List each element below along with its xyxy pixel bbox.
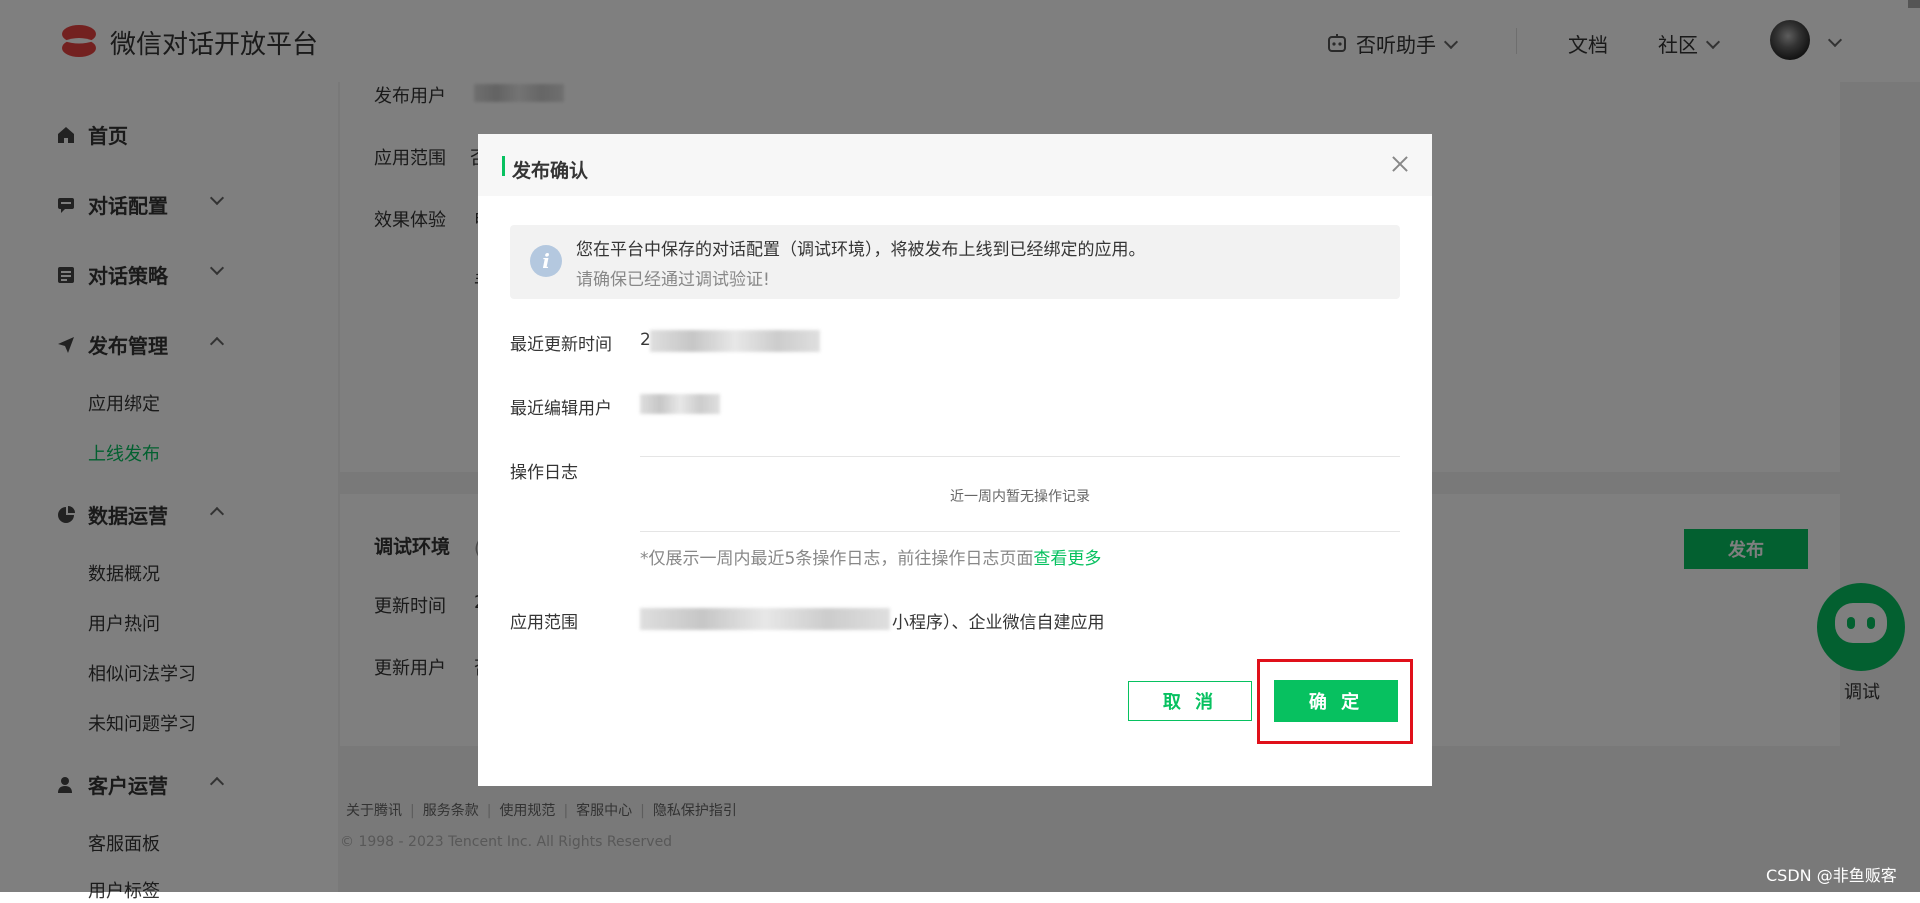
- info-icon: i: [530, 245, 562, 277]
- last-update-label: 最近更新时间: [510, 335, 612, 355]
- title-accent-bar: [502, 156, 505, 176]
- log-divider-top: [640, 456, 1400, 457]
- notice-line-1: 您在平台中保存的对话配置（调试环境），将被发布上线到已经绑定的应用。: [576, 240, 1146, 260]
- log-note-text: *仅展示一周内最近5条操作日志，前往操作日志页面: [640, 549, 1034, 569]
- last-editor-label: 最近编辑用户: [510, 399, 612, 419]
- info-notice: i 您在平台中保存的对话配置（调试环境），将被发布上线到已经绑定的应用。 请确保…: [510, 225, 1400, 299]
- scope-value: 小程序）、企业微信自建应用: [892, 613, 1105, 633]
- log-divider-bottom: [640, 531, 1400, 532]
- scrollbar-indicator[interactable]: [1908, 0, 1920, 8]
- annotation-highlight-box: [1257, 659, 1413, 744]
- operation-log-label: 操作日志: [510, 463, 578, 483]
- log-empty-text: 近一周内暂无操作记录: [950, 489, 1090, 505]
- redacted-value: [650, 330, 820, 352]
- scope-label: 应用范围: [510, 613, 578, 633]
- dialog-header: 发布确认: [478, 134, 1432, 196]
- redacted-value: [640, 608, 890, 630]
- cancel-button[interactable]: 取 消: [1128, 681, 1252, 721]
- watermark: CSDN @非鱼贩客: [1766, 866, 1897, 885]
- notice-line-2: 请确保已经通过调试验证!: [576, 270, 770, 290]
- log-note: *仅展示一周内最近5条操作日志，前往操作日志页面查看更多: [640, 544, 1101, 569]
- view-more-link[interactable]: 查看更多: [1033, 549, 1101, 569]
- dialog-title: 发布确认: [512, 160, 589, 182]
- redacted-value: [640, 394, 720, 414]
- close-icon[interactable]: [1390, 154, 1410, 174]
